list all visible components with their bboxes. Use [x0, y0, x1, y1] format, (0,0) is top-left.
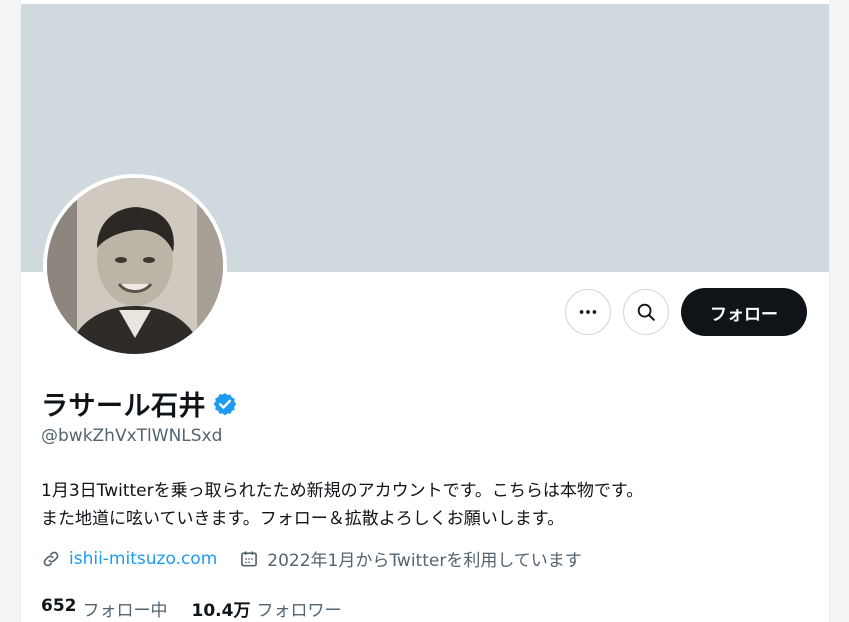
followers-label: フォロワー: [256, 601, 342, 621]
link-icon: [43, 551, 59, 566]
profile-bio: 1月3日Twitterを乗っ取られたため新規のアカウントです。こちらは本物です。…: [41, 477, 643, 533]
profile-stats: 652 フォロー中 10.4万 フォロワー: [41, 596, 341, 621]
more-horizontal-icon: [579, 310, 597, 314]
follow-button[interactable]: フォロー: [681, 288, 807, 336]
bio-line: また地道に呟いていきます。フォロー＆拡散よろしくお願いします。: [41, 509, 565, 529]
avatar-photo: [47, 178, 223, 354]
search-button[interactable]: [623, 289, 669, 335]
profile-meta: ishii-mitsuzo.com 2022年1月からTwitterを利用してい…: [41, 546, 582, 571]
avatar-portrait: [47, 178, 223, 354]
avatar[interactable]: [43, 174, 227, 358]
profile-name: ラサール石井: [41, 391, 206, 422]
search-icon: [637, 303, 655, 321]
more-button[interactable]: [565, 289, 611, 335]
profile-name-row: ラサール石井: [41, 384, 238, 423]
calendar-icon: [241, 551, 258, 566]
followers-stat[interactable]: 10.4万 フォロワー: [192, 596, 342, 621]
joined-date: 2022年1月からTwitterを利用しています: [267, 551, 582, 571]
bio-line: 1月3日Twitterを乗っ取られたため新規のアカウントです。こちらは本物です。: [41, 481, 644, 501]
website-link[interactable]: ishii-mitsuzo.com: [69, 549, 217, 569]
website-item: ishii-mitsuzo.com: [41, 549, 217, 569]
followers-count: 10.4万: [191, 601, 251, 621]
profile-handle: @bwkZhVxTlWNLSxd: [41, 426, 223, 446]
verified-badge-icon[interactable]: [212, 391, 238, 417]
following-count: 652: [41, 596, 77, 616]
following-label: フォロー中: [82, 601, 168, 621]
profile-actions: フォロー: [565, 288, 807, 336]
profile-card: フォロー ラサール石井 @bwkZhVxTlWNLSxd 1月3日Twitter…: [20, 0, 830, 622]
joined-item: 2022年1月からTwitterを利用しています: [239, 546, 582, 571]
following-stat[interactable]: 652 フォロー中: [41, 596, 168, 621]
